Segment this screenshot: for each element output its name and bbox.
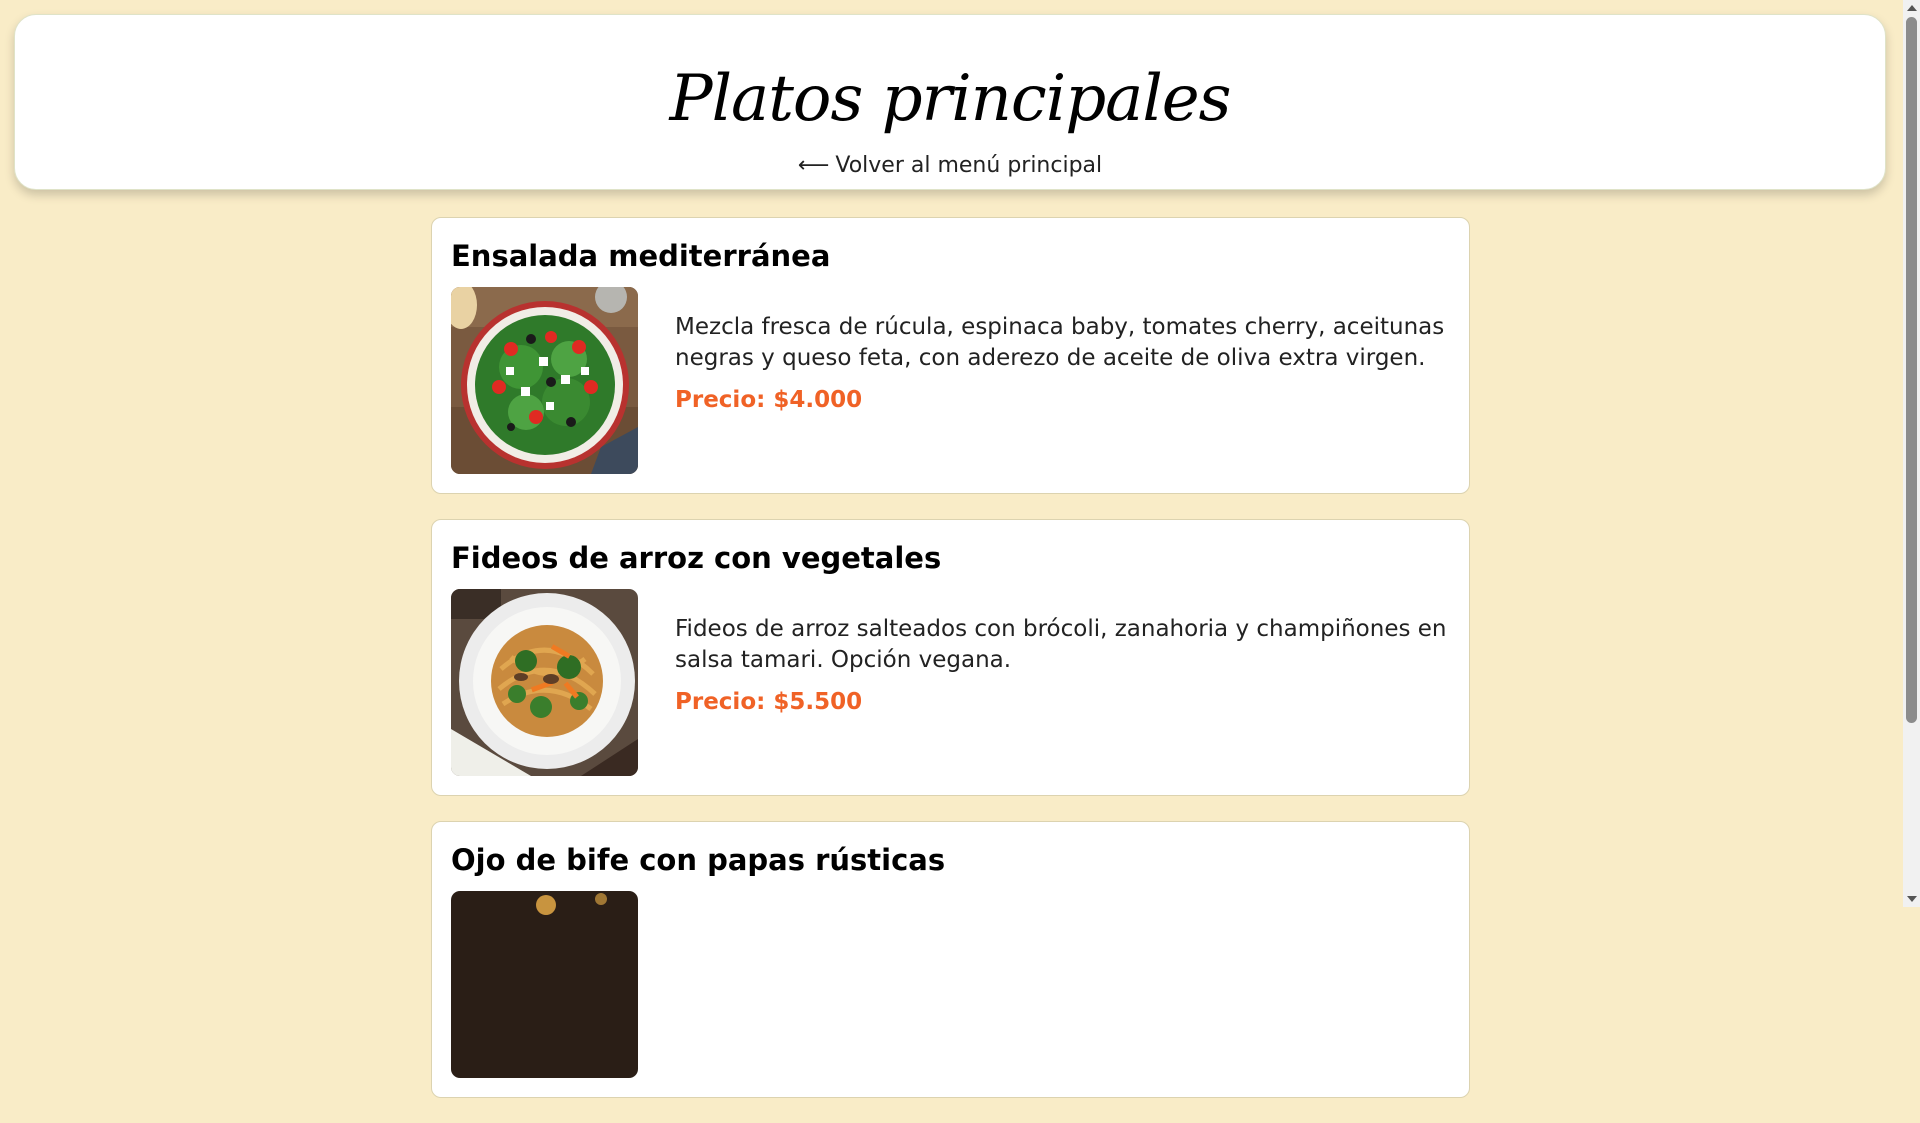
- dish-card: Fideos de arroz con vegetales Fideos de …: [431, 519, 1470, 796]
- scroll-up-arrow-icon[interactable]: [1907, 5, 1917, 11]
- dish-name: Fideos de arroz con vegetales: [451, 541, 942, 575]
- dish-details: [675, 916, 1457, 926]
- back-to-menu-link[interactable]: ⟵ Volver al menú principal: [15, 151, 1885, 181]
- back-link-label: Volver al menú principal: [835, 153, 1103, 178]
- dish-list: Ensalada mediterránea Mezcla fresca de r…: [431, 217, 1470, 1123]
- salad-image: [451, 287, 638, 474]
- dish-description: Mezcla fresca de rúcula, espinaca baby, …: [675, 314, 1445, 371]
- dish-name: Ojo de bife con papas rústicas: [451, 843, 946, 877]
- dish-details: Fideos de arroz salteados con brócoli, z…: [675, 614, 1457, 718]
- scrollbar-thumb[interactable]: [1906, 17, 1917, 723]
- scroll-down-arrow-icon[interactable]: [1907, 896, 1917, 902]
- dish-description: Fideos de arroz salteados con brócoli, z…: [675, 616, 1447, 673]
- noodles-image: [451, 589, 638, 776]
- page-header: Platos principales ⟵ Volver al menú princ…: [14, 14, 1886, 190]
- page-title: Platos principales: [669, 62, 1232, 136]
- dish-details: Mezcla fresca de rúcula, espinaca baby, …: [675, 312, 1457, 416]
- dish-price: Precio: $5.500: [675, 689, 863, 715]
- vertical-scrollbar[interactable]: [1903, 0, 1920, 907]
- dish-card: Ensalada mediterránea Mezcla fresca de r…: [431, 217, 1470, 494]
- back-arrow-icon: ⟵: [797, 153, 830, 178]
- dish-card: Ojo de bife con papas rústicas: [431, 821, 1470, 1098]
- dish-name: Ensalada mediterránea: [451, 239, 831, 273]
- steak-image: [451, 891, 638, 1078]
- dish-price: Precio: $4.000: [675, 387, 863, 413]
